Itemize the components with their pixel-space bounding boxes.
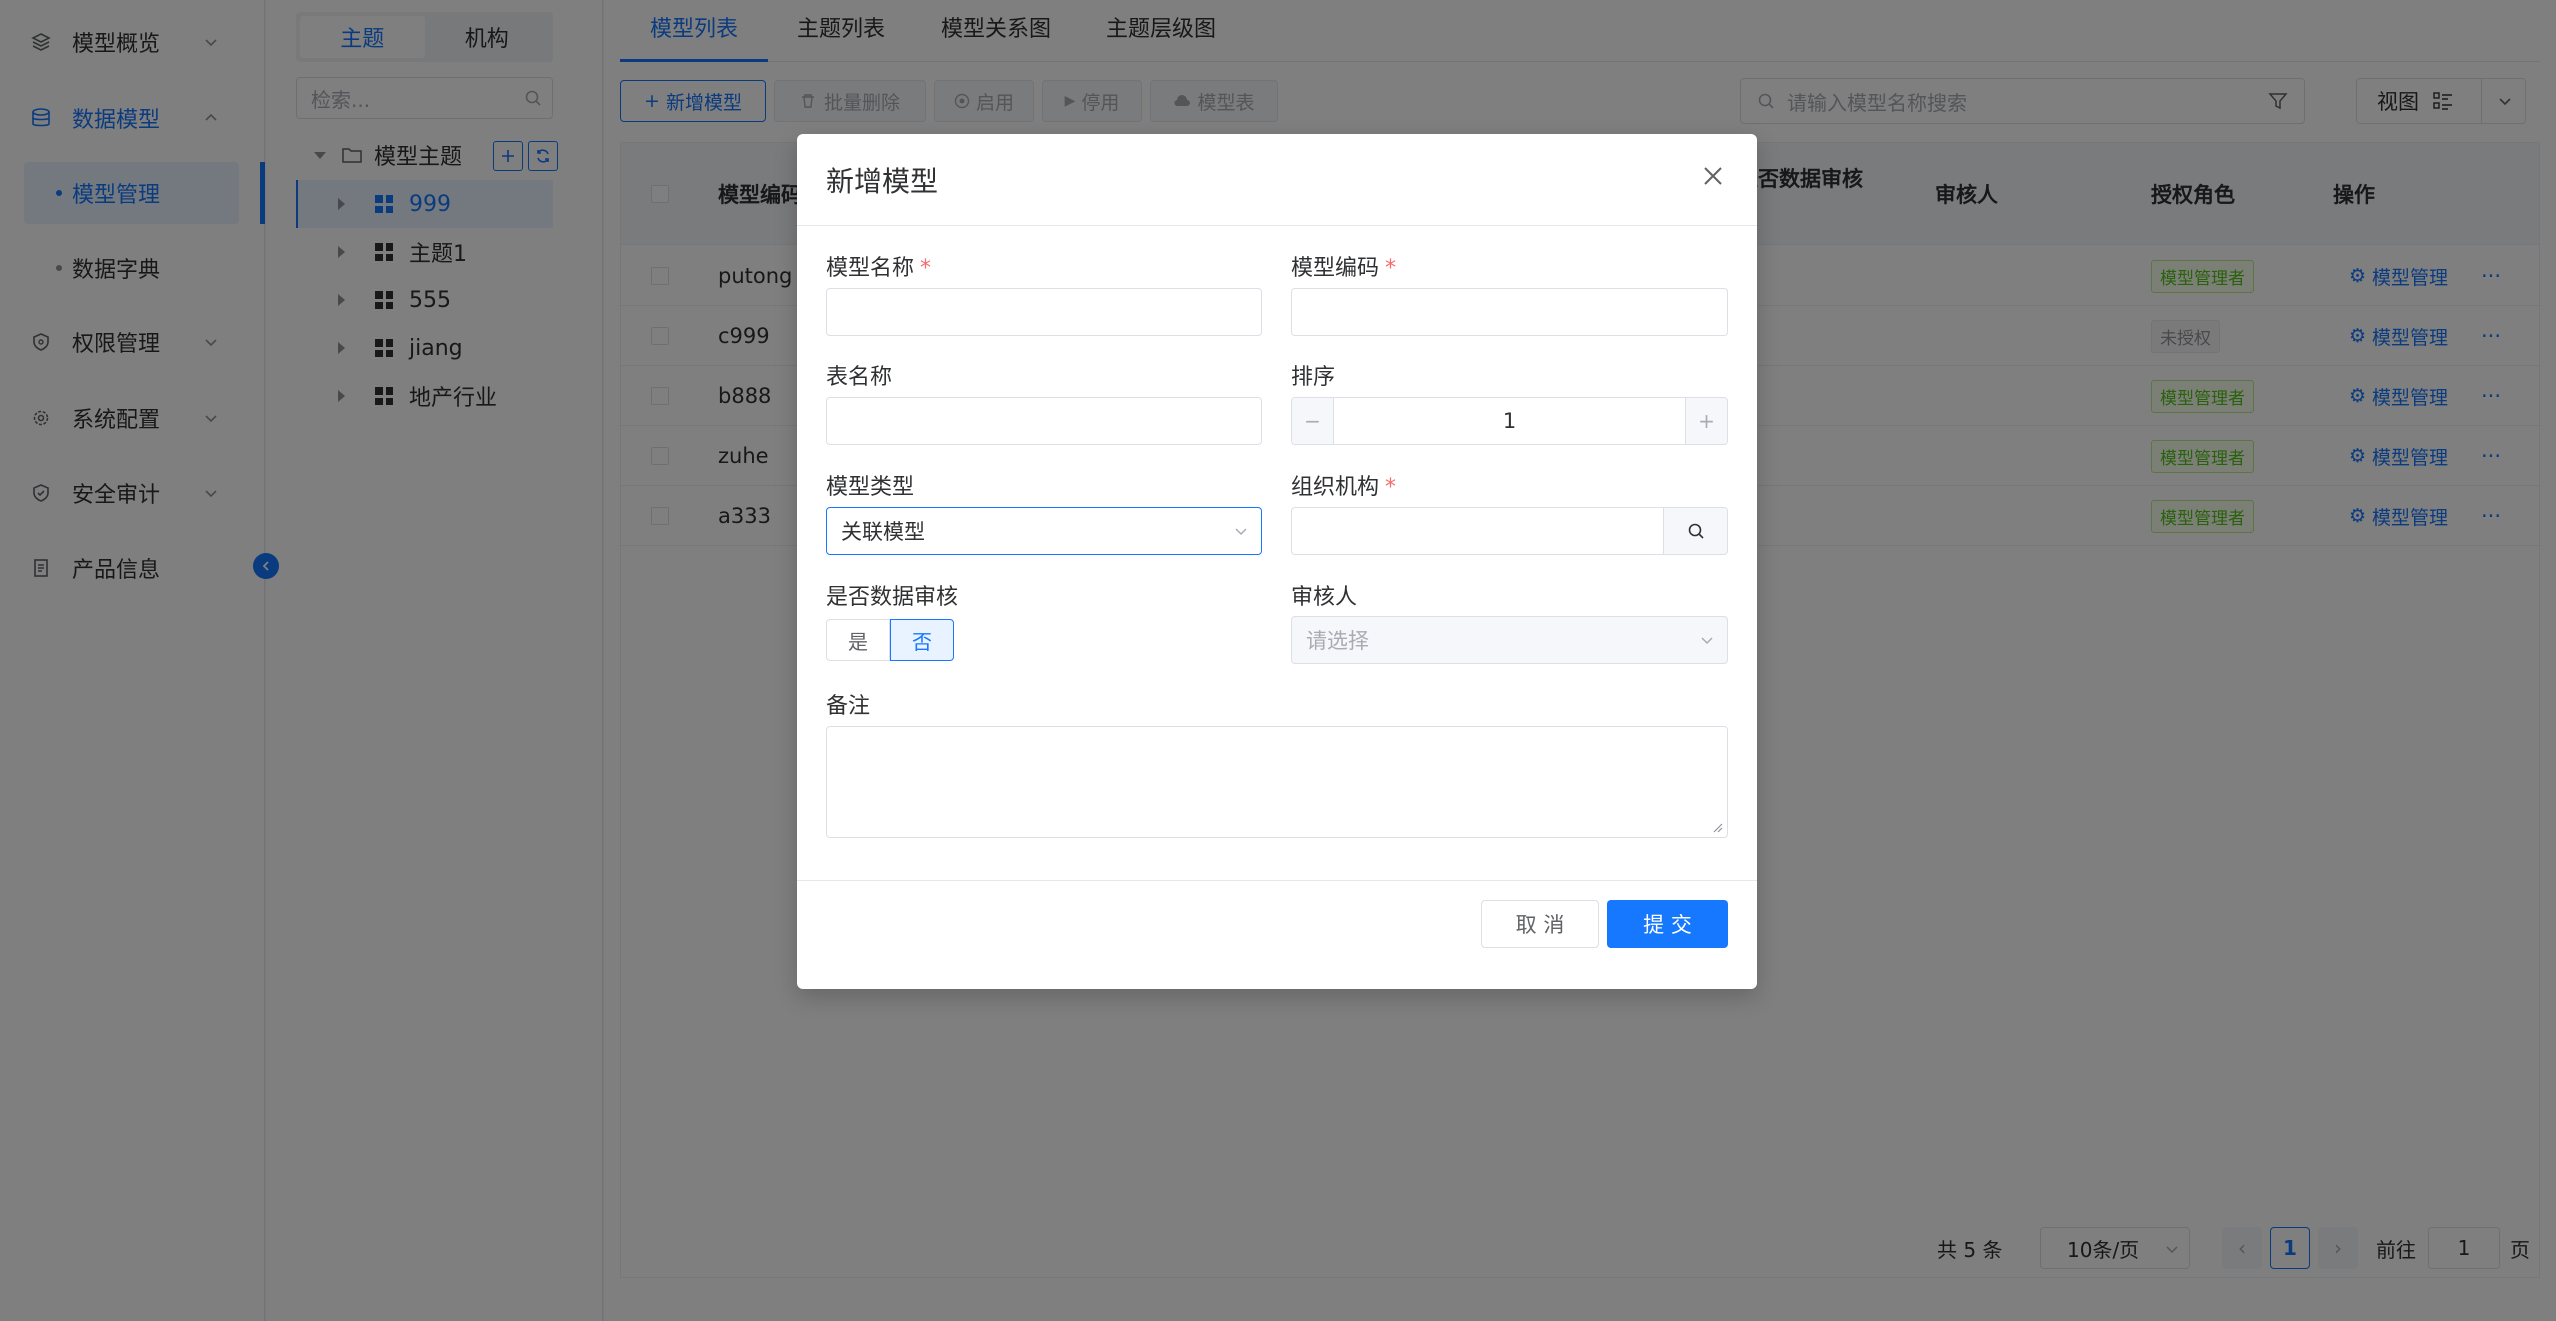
org-search-button[interactable] xyxy=(1663,508,1727,554)
dialog-title: 新增模型 xyxy=(826,165,939,198)
decrement-button[interactable]: − xyxy=(1292,398,1334,444)
model-name-input[interactable] xyxy=(826,288,1262,336)
label-text: 模型编码 xyxy=(1291,256,1380,281)
sort-stepper[interactable]: − 1 + xyxy=(1291,397,1728,445)
remark-label: 备注 xyxy=(826,694,871,719)
required-mark: * xyxy=(1385,475,1397,500)
required-mark: * xyxy=(920,256,932,281)
org-input[interactable] xyxy=(1291,507,1728,555)
label-text: 组织机构 xyxy=(1291,475,1380,500)
table-name-label: 表名称 xyxy=(826,365,893,390)
model-type-value: 关联模型 xyxy=(841,520,925,544)
model-code-label: 模型编码 * xyxy=(1291,250,1396,282)
model-name-label: 模型名称 * xyxy=(826,250,931,282)
model-type-label: 模型类型 xyxy=(826,475,915,500)
remark-textarea[interactable] xyxy=(826,726,1728,838)
required-mark: * xyxy=(1385,256,1397,281)
reviewer-select[interactable]: 请选择 xyxy=(1291,616,1728,664)
submit-button[interactable]: 提 交 xyxy=(1607,900,1728,948)
table-name-input[interactable] xyxy=(826,397,1262,445)
audit-yes-option[interactable]: 是 xyxy=(826,619,890,661)
close-icon[interactable] xyxy=(1699,162,1727,190)
org-label: 组织机构 * xyxy=(1291,469,1396,501)
reviewer-placeholder: 请选择 xyxy=(1306,629,1369,653)
dialog-header: 新增模型 xyxy=(797,134,1757,226)
sort-value: 1 xyxy=(1502,409,1517,433)
search-icon xyxy=(1688,523,1704,539)
sort-label: 排序 xyxy=(1291,365,1336,390)
chevron-down-icon xyxy=(1701,637,1713,645)
add-model-dialog: 新增模型 模型名称 * 模型编码 * 表名称 排序 − 1 + 模型类型 关联模型 … xyxy=(797,134,1757,989)
chevron-down-icon xyxy=(1235,528,1247,536)
app-root: 模型概览 数据模型 模型管理 数据字典 权限管理 xyxy=(0,0,2556,1321)
model-type-select[interactable]: 关联模型 xyxy=(826,507,1262,555)
reviewer-label: 审核人 xyxy=(1291,585,1358,610)
label-text: 模型名称 xyxy=(826,256,915,281)
data-audit-radio-group: 是 否 xyxy=(826,619,954,661)
cancel-button[interactable]: 取 消 xyxy=(1481,900,1599,948)
data-audit-label: 是否数据审核 xyxy=(826,585,959,610)
model-code-input[interactable] xyxy=(1291,288,1728,336)
increment-button[interactable]: + xyxy=(1685,398,1727,444)
resize-handle-icon[interactable] xyxy=(1711,821,1723,833)
audit-no-option[interactable]: 否 xyxy=(890,619,954,661)
